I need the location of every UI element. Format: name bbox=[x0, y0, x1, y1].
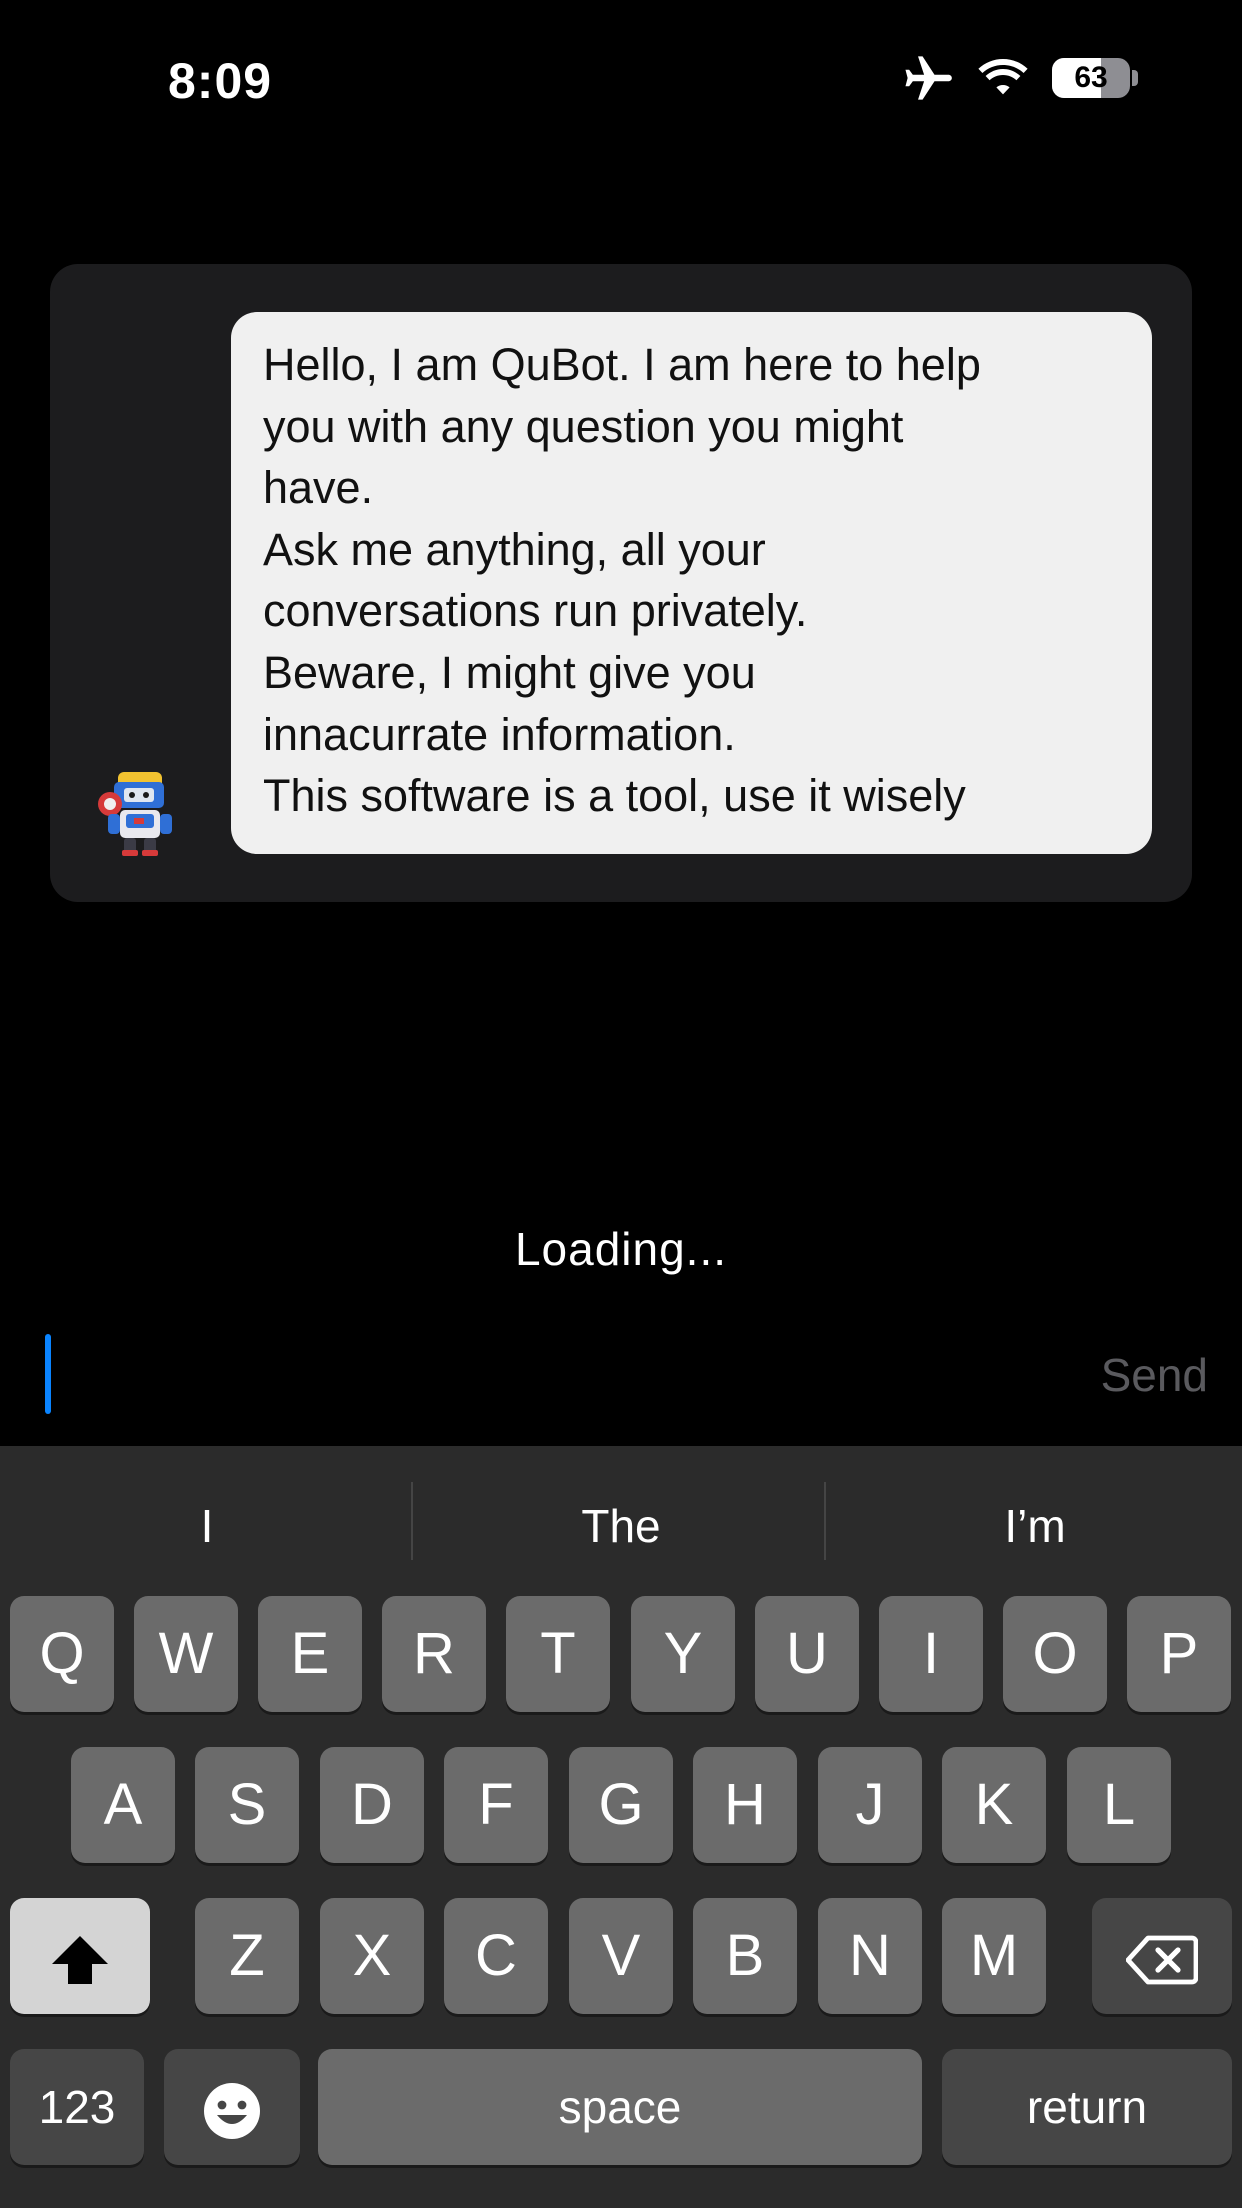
status-time: 8:09 bbox=[168, 53, 273, 109]
battery-percent: 63 bbox=[1074, 61, 1108, 94]
key-y[interactable]: Y bbox=[631, 1596, 735, 1712]
battery-icon: 63 bbox=[1052, 58, 1138, 98]
message-line: Ask me anything, all your bbox=[263, 523, 766, 575]
backspace-icon bbox=[1126, 1923, 1198, 1988]
key-o[interactable]: O bbox=[1003, 1596, 1107, 1712]
suggestion-1[interactable]: I bbox=[2, 1486, 412, 1566]
emoji-icon bbox=[200, 2074, 264, 2139]
message-line: Hello, I am QuBot. I am here to help bbox=[263, 339, 981, 390]
key-h[interactable]: H bbox=[693, 1747, 797, 1863]
key-l[interactable]: L bbox=[1067, 1747, 1171, 1863]
robot-avatar-icon bbox=[90, 764, 186, 860]
suggestion-divider bbox=[824, 1482, 826, 1560]
message-line: conversations run privately. bbox=[263, 585, 808, 637]
key-q[interactable]: Q bbox=[10, 1596, 114, 1712]
key-d[interactable]: D bbox=[320, 1747, 424, 1863]
send-button[interactable]: Send bbox=[1101, 1348, 1208, 1402]
chat-message-card: Hello, I am QuBot. I am here to help you… bbox=[50, 264, 1192, 902]
numbers-key[interactable]: 123 bbox=[10, 2049, 144, 2165]
emoji-key[interactable] bbox=[164, 2049, 300, 2165]
key-t[interactable]: T bbox=[506, 1596, 610, 1712]
message-line: have. bbox=[263, 462, 374, 514]
suggestion-2[interactable]: The bbox=[416, 1486, 826, 1566]
key-s[interactable]: S bbox=[195, 1747, 299, 1863]
wifi-icon bbox=[976, 58, 1030, 98]
bot-message-bubble: Hello, I am QuBot. I am here to help you… bbox=[231, 312, 1152, 854]
text-cursor bbox=[45, 1334, 51, 1414]
message-line: Beware, I might give you bbox=[263, 646, 756, 698]
space-key[interactable]: space bbox=[318, 2049, 922, 2165]
key-j[interactable]: J bbox=[818, 1747, 922, 1863]
key-a[interactable]: A bbox=[71, 1747, 175, 1863]
key-p[interactable]: P bbox=[1127, 1596, 1231, 1712]
key-m[interactable]: M bbox=[942, 1898, 1046, 2014]
suggestion-divider bbox=[411, 1482, 413, 1560]
shift-key[interactable] bbox=[10, 1898, 150, 2014]
key-b[interactable]: B bbox=[693, 1898, 797, 2014]
message-input-row: Send bbox=[0, 1320, 1242, 1446]
key-v[interactable]: V bbox=[569, 1898, 673, 2014]
message-line: innacurrate information. bbox=[263, 708, 736, 760]
key-g[interactable]: G bbox=[569, 1747, 673, 1863]
key-f[interactable]: F bbox=[444, 1747, 548, 1863]
suggestion-3[interactable]: I’m bbox=[830, 1486, 1240, 1566]
keyboard: I The I’m Q W E R T Y U I O P A S D F G … bbox=[0, 1446, 1242, 2208]
message-input[interactable] bbox=[40, 1332, 1040, 1422]
predictive-bar: I The I’m bbox=[0, 1446, 1242, 1596]
key-i[interactable]: I bbox=[879, 1596, 983, 1712]
key-e[interactable]: E bbox=[258, 1596, 362, 1712]
airplane-icon bbox=[902, 56, 954, 100]
key-x[interactable]: X bbox=[320, 1898, 424, 2014]
delete-key[interactable] bbox=[1092, 1898, 1232, 2014]
message-line: This software is a tool, use it wisely bbox=[263, 770, 966, 822]
key-c[interactable]: C bbox=[444, 1898, 548, 2014]
key-r[interactable]: R bbox=[382, 1596, 486, 1712]
key-z[interactable]: Z bbox=[195, 1898, 299, 2014]
return-key[interactable]: return bbox=[942, 2049, 1232, 2165]
loading-status: Loading... bbox=[514, 1223, 728, 1275]
key-u[interactable]: U bbox=[755, 1596, 859, 1712]
key-w[interactable]: W bbox=[134, 1596, 238, 1712]
status-bar: 8:09 63 bbox=[0, 0, 1242, 160]
shift-icon bbox=[48, 1923, 112, 1988]
key-n[interactable]: N bbox=[818, 1898, 922, 2014]
key-k[interactable]: K bbox=[942, 1747, 1046, 1863]
status-icons: 63 bbox=[902, 56, 1138, 100]
message-line: you with any question you might bbox=[263, 400, 904, 452]
